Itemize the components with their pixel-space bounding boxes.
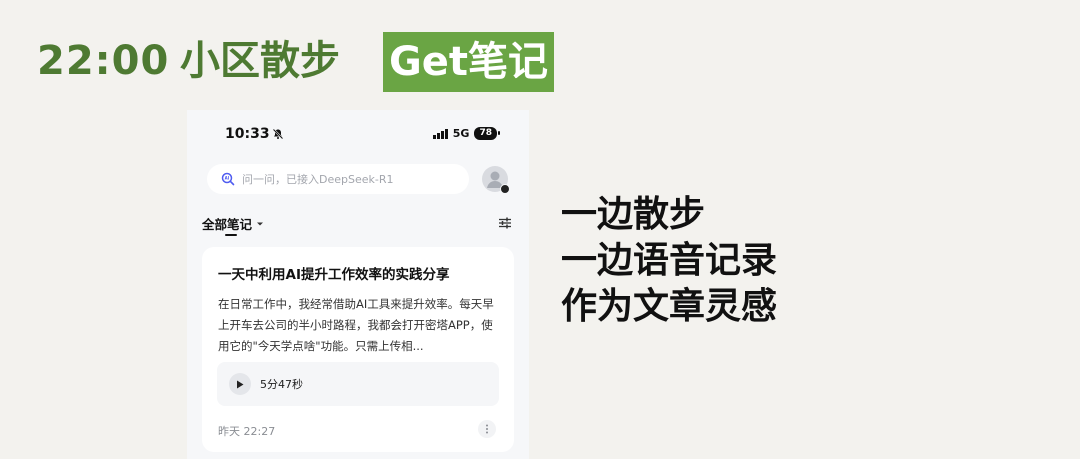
header-badge: Get笔记 — [383, 32, 554, 92]
side-caption-line3: 作为文章灵感 — [561, 286, 778, 327]
signal-icon — [432, 128, 448, 139]
sliders-icon[interactable] — [498, 216, 512, 230]
search-input[interactable] — [242, 172, 462, 186]
side-caption-line2: 一边语音记录 — [561, 240, 778, 281]
network-label: 5G — [452, 127, 470, 140]
avatar-badge — [500, 184, 510, 194]
svg-text:AI: AI — [225, 176, 230, 181]
filter-label-text: 全部笔记 — [202, 217, 253, 232]
avatar[interactable] — [482, 166, 510, 194]
note-timestamp: 昨天 22:27 — [218, 425, 276, 438]
filter-dropdown[interactable]: 全部笔记 — [202, 214, 264, 233]
note-body: 在日常工作中，我经常借助AI工具来提升效率。每天早上开车去公司的半小时路程，我都… — [218, 297, 494, 353]
battery-icon: 78 — [474, 127, 500, 140]
note-title: 一天中利用AI提升工作效率的实践分享 — [218, 267, 450, 283]
phone-screenshot: 10:33 5G 78 AI 全部笔记 — [187, 110, 529, 459]
more-vertical-icon — [486, 424, 488, 434]
filter-underline — [225, 234, 237, 236]
header-time: 22:00 — [37, 38, 170, 84]
status-bar-time: 10:33 — [225, 126, 284, 142]
status-bar-right: 5G 78 — [432, 127, 500, 140]
side-caption: 一边散步 一边语音记录 作为文章灵感 — [561, 192, 777, 330]
ai-search-icon: AI — [221, 172, 235, 186]
header-scene: 小区散步 — [180, 38, 340, 84]
audio-duration: 5分47秒 — [260, 378, 303, 391]
side-caption-line1: 一边散步 — [561, 194, 706, 235]
more-button[interactable] — [478, 420, 496, 438]
audio-player[interactable]: 5分47秒 — [217, 362, 499, 406]
note-card[interactable]: 一天中利用AI提升工作效率的实践分享 在日常工作中，我经常借助AI工具来提升效率… — [202, 247, 514, 452]
play-icon — [237, 380, 244, 388]
play-button[interactable] — [229, 373, 251, 395]
mute-bell-icon — [272, 128, 283, 140]
caret-down-icon — [257, 222, 264, 225]
status-time-text: 10:33 — [225, 126, 270, 142]
search-bar[interactable]: AI — [207, 164, 469, 194]
